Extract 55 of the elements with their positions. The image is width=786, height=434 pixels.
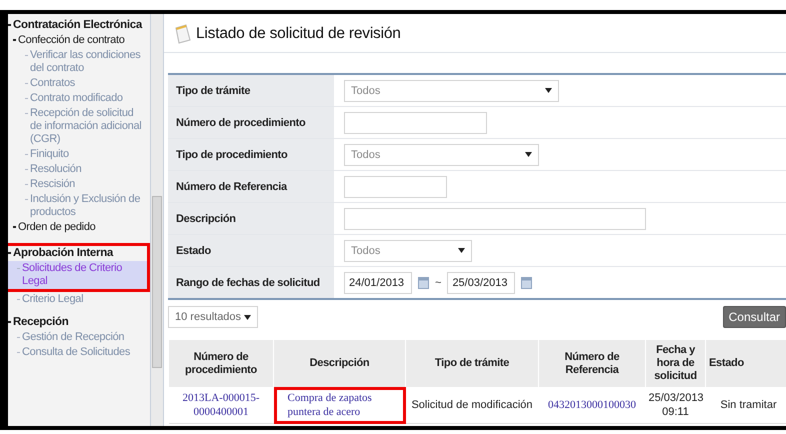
calendar-icon[interactable]: [521, 276, 532, 288]
field-label: Tipo de trámite: [168, 75, 334, 106]
dropdown[interactable]: Todos: [344, 240, 472, 262]
calendar-icon[interactable]: [418, 276, 429, 288]
sidebar-link[interactable]: Contrato modificado: [8, 91, 150, 106]
sidebar-link[interactable]: Verificar las condiciones del contrato: [8, 48, 150, 76]
caret-icon: [525, 152, 532, 157]
table-cell: 25/03/2013 09:11: [646, 387, 706, 424]
input-field[interactable]: [344, 112, 487, 134]
dropdown[interactable]: Todos: [344, 144, 539, 166]
field-label: Estado: [168, 235, 334, 266]
sidebar-link[interactable]: Recepción de solicitud de información adicional (CGR): [8, 106, 150, 147]
sidebar-link[interactable]: Finiquito: [8, 147, 150, 162]
notepad-icon: [174, 24, 192, 44]
field-label: Descripción: [168, 203, 334, 234]
field-label: Rango de fechas de solicitud: [168, 267, 334, 298]
date-field[interactable]: 24/01/2013: [344, 272, 412, 294]
dropdown[interactable]: Todos: [344, 80, 559, 102]
date-field[interactable]: 25/03/2013: [447, 272, 516, 294]
sidebar-section[interactable]: Contratación Electrónica: [8, 18, 150, 33]
column-header: Tipo de trámite: [406, 340, 538, 387]
input-field[interactable]: [344, 208, 646, 230]
table-link[interactable]: Compra de zapatos puntera de acero: [274, 387, 406, 424]
input-field[interactable]: [344, 176, 447, 198]
sidebar-link[interactable]: Resolución: [8, 162, 150, 177]
sidebar-link[interactable]: Solicitudes de Criterio Legal: [8, 261, 150, 292]
column-header: Número de procedimiento: [168, 340, 274, 387]
table-link[interactable]: 0432013000100030: [538, 387, 646, 424]
sidebar-link[interactable]: Rescisión: [8, 177, 150, 192]
sidebar-link[interactable]: Consulta de Solicitudes: [8, 345, 150, 360]
caret-icon: [244, 314, 251, 320]
column-header: Fecha y hora de solicitud: [646, 340, 706, 387]
scrollbar-thumb[interactable]: [152, 196, 162, 368]
column-header: Descripción: [274, 340, 406, 387]
range-separator: ~: [435, 276, 442, 288]
sidebar-link[interactable]: Contratos: [8, 76, 150, 91]
field-label: Tipo de procedimiento: [168, 139, 334, 170]
field-label: Número de Referencia: [168, 171, 334, 202]
column-header: Número de Referencia: [538, 340, 646, 387]
sidebar-section[interactable]: Recepción: [8, 315, 150, 330]
page-size-dropdown[interactable]: 10 resultados: [168, 306, 258, 328]
field-label: Número de procedimiento: [168, 107, 334, 138]
sidebar-link[interactable]: Gestión de Recepción: [8, 330, 150, 345]
column-header: Estado: [706, 340, 786, 387]
sidebar-link[interactable]: Inclusión y Exclusión de productos: [8, 192, 150, 220]
caret-icon: [458, 248, 465, 253]
sidebar-link[interactable]: Criterio Legal: [8, 292, 150, 307]
page-title: Listado de solicitud de revisión: [196, 25, 401, 43]
table-cell: Sin tramitar: [706, 387, 786, 424]
sidebar-group[interactable]: Orden de pedido: [8, 220, 150, 235]
caret-icon: [545, 88, 552, 93]
sidebar-group[interactable]: Confección de contrato: [8, 33, 150, 48]
search-button[interactable]: Consultar: [722, 306, 786, 328]
table-cell: Solicitud de modificación: [406, 387, 538, 424]
table-link[interactable]: 2013LA-000015-0000400001: [168, 387, 274, 424]
